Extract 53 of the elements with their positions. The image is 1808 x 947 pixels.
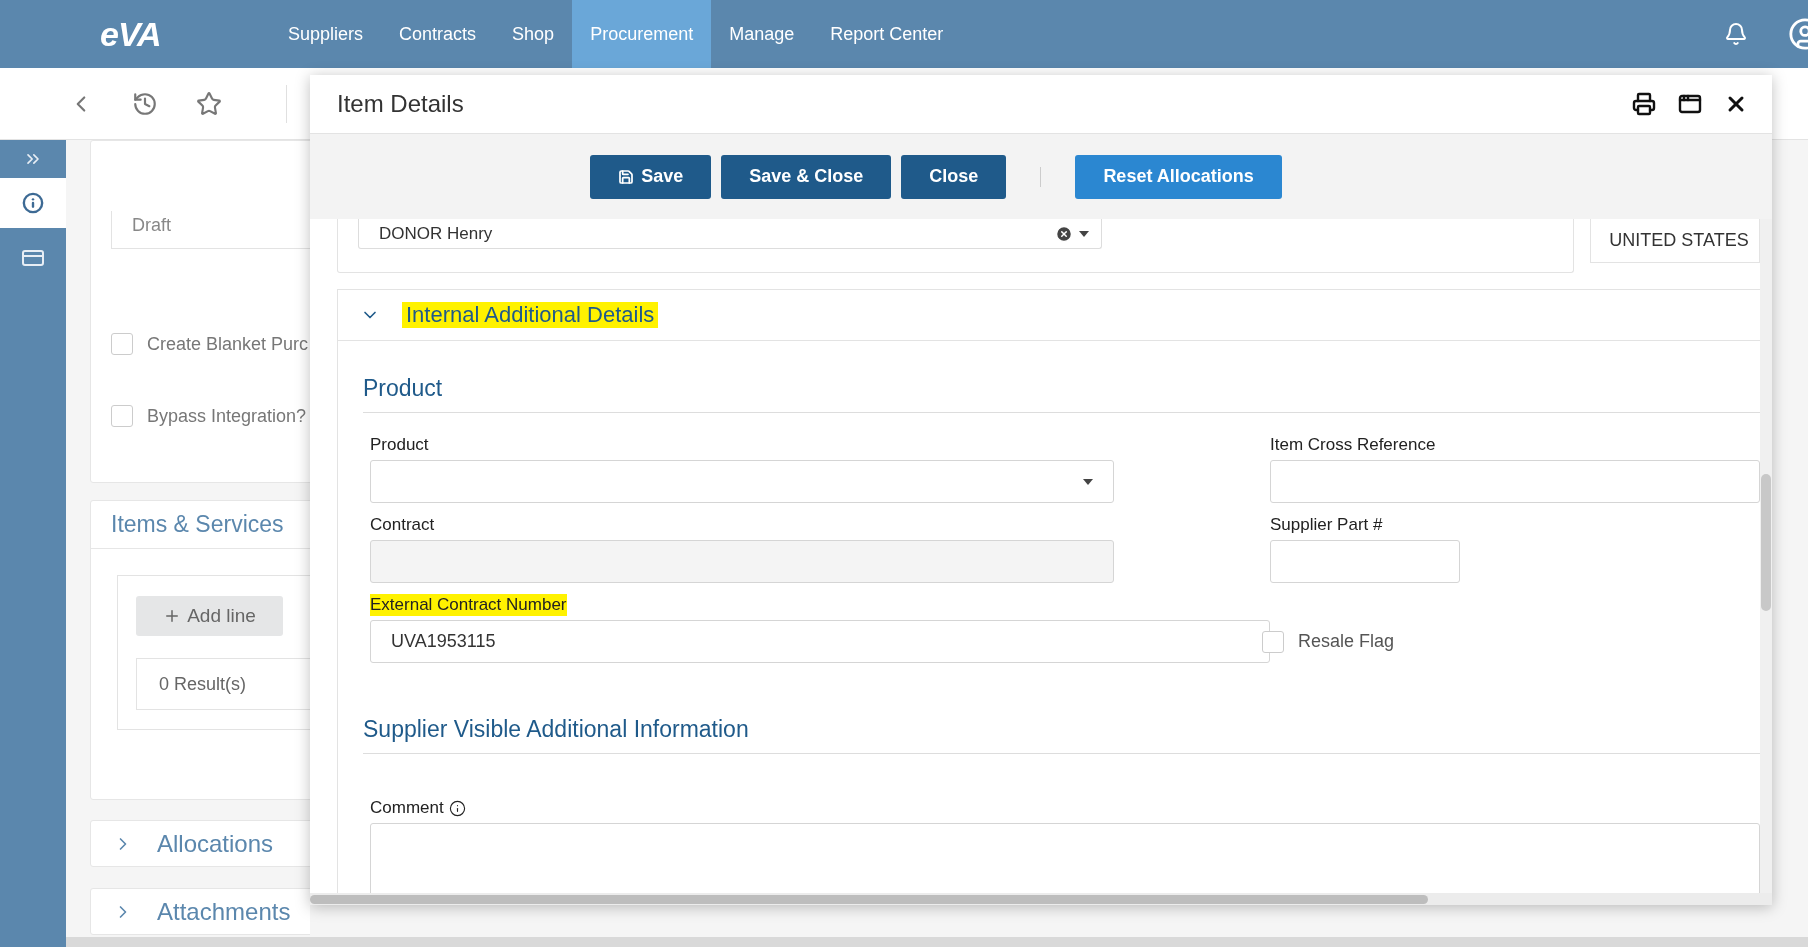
donor-select[interactable]: DONOR Henry — [358, 219, 1102, 249]
input-field[interactable] — [1270, 540, 1460, 583]
contract-field[interactable] — [370, 540, 1114, 583]
collapsed-section[interactable]: Attachments — [90, 888, 310, 935]
info-icon[interactable] — [448, 799, 466, 817]
checkbox[interactable] — [1262, 630, 1284, 653]
dialog-title: Item Details — [337, 90, 464, 118]
group-heading: Product — [363, 375, 1760, 413]
toolbar-button[interactable]: Close — [901, 154, 1007, 199]
caret-icon — [1083, 478, 1093, 485]
section-title: Attachments — [157, 897, 291, 926]
history-icon[interactable] — [132, 90, 158, 117]
logo[interactable]: eVA — [100, 0, 270, 68]
add-line-button[interactable]: Add line — [136, 596, 283, 636]
bell-icon[interactable] — [1724, 22, 1748, 46]
toolbar-button[interactable]: Save — [590, 154, 712, 199]
star-icon[interactable] — [196, 90, 222, 117]
save-icon — [618, 168, 635, 185]
group-heading: Supplier Visible Additional Information — [363, 716, 1760, 754]
field-label: External Contract Number — [370, 594, 567, 616]
checkbox[interactable] — [111, 405, 133, 427]
field-label: Supplier Part # — [1270, 514, 1383, 536]
nav-link[interactable]: Procurement — [572, 0, 712, 68]
checkbox[interactable] — [111, 333, 133, 355]
scrollbar-thumb[interactable] — [310, 895, 1428, 904]
field-label: Comment — [370, 797, 444, 819]
caret-icon — [1079, 230, 1089, 237]
section-title[interactable]: Internal Additional Details — [402, 302, 659, 328]
scrollbar[interactable] — [66, 937, 1808, 947]
field-label: Contract — [370, 514, 435, 536]
info-icon — [22, 192, 44, 214]
nav-link[interactable]: Manage — [711, 0, 813, 68]
input-field[interactable]: UVA1953115 — [370, 620, 1270, 663]
toolbar-button[interactable]: Reset Allocations — [1075, 154, 1282, 199]
nav-link[interactable]: Suppliers — [270, 0, 382, 68]
collapsed-section[interactable]: Allocations — [90, 820, 310, 867]
nav-link[interactable]: Report Center — [812, 0, 962, 68]
nav-link[interactable]: Contracts — [381, 0, 495, 68]
field-label: Item Cross Reference — [1270, 434, 1436, 456]
clear-icon[interactable] — [1055, 224, 1073, 243]
checkbox-label: Resale Flag — [1298, 631, 1395, 652]
nav-link[interactable]: Shop — [494, 0, 573, 68]
maximize-icon[interactable] — [1678, 92, 1702, 116]
section-title: Allocations — [157, 829, 274, 858]
checkbox-label: Bypass Integration? — [147, 405, 307, 427]
scrollbar-thumb[interactable] — [1761, 474, 1771, 611]
field-label: Product — [370, 434, 429, 456]
checkbox-label: Create Blanket Purc — [147, 333, 309, 355]
input-field[interactable] — [1270, 460, 1760, 503]
sidebar-tab[interactable] — [0, 178, 66, 228]
print-icon[interactable] — [1632, 92, 1656, 116]
toolbar-button[interactable]: Save & Close — [721, 154, 892, 199]
field-value: UVA1953115 — [391, 631, 496, 652]
